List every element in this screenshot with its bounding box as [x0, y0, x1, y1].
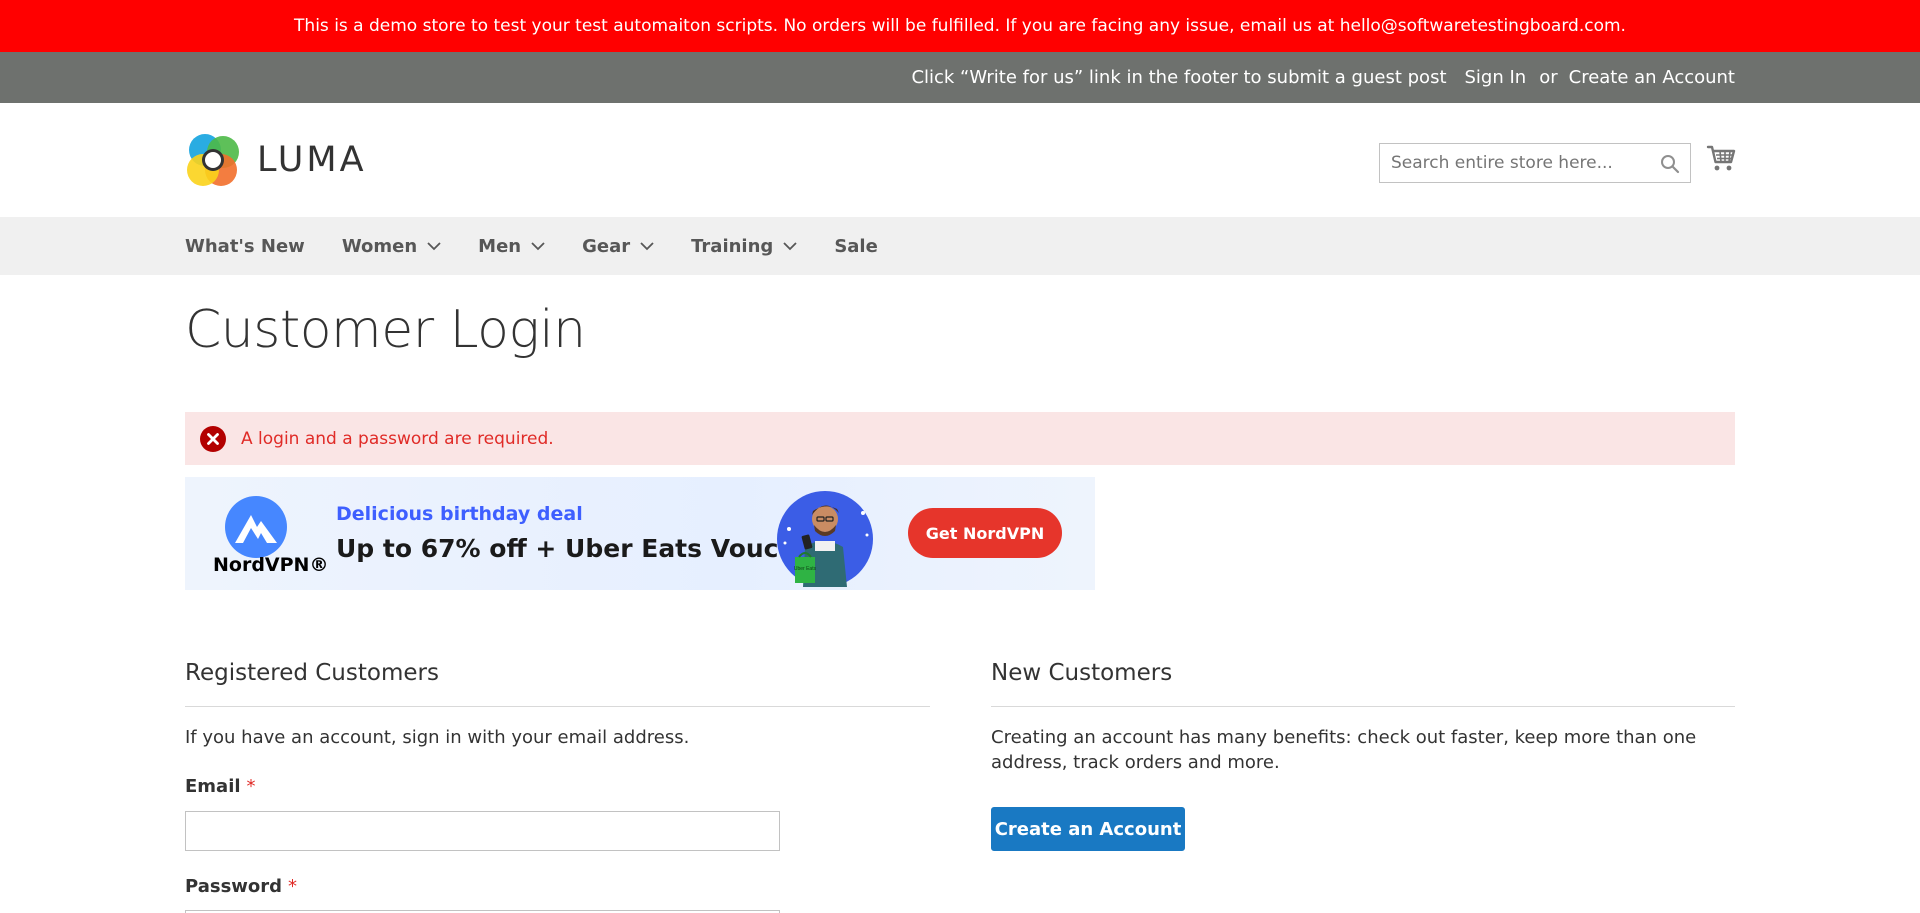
error-icon	[200, 425, 226, 452]
welcome-message: Click “Write for us” link in the footer …	[911, 67, 1447, 88]
email-label-text: Email	[185, 776, 241, 797]
nav-item-gear[interactable]: Gear	[582, 236, 654, 257]
get-nordvpn-button[interactable]: Get NordVPN	[908, 508, 1062, 558]
registered-intro: If you have an account, sign in with you…	[185, 727, 690, 748]
luma-logo[interactable]: LUMA	[185, 131, 367, 189]
error-message: A login and a password are required.	[185, 412, 1735, 465]
email-required-mark: *	[246, 776, 256, 797]
nav-menu: What's New Women Men Gear Training Sale	[185, 217, 915, 275]
email-label: Email *	[185, 776, 256, 797]
nav-item-label: Women	[341, 235, 418, 257]
create-account-button[interactable]: Create an Account	[991, 807, 1185, 851]
new-customers-divider	[991, 706, 1735, 707]
chevron-down-icon	[640, 242, 654, 251]
chevron-down-icon	[531, 242, 545, 251]
demo-notice-text: This is a demo store to test your test a…	[294, 16, 1626, 36]
sign-in-link[interactable]: Sign In	[1465, 67, 1527, 88]
luma-logo-icon	[187, 134, 239, 186]
nav-item-training[interactable]: Training	[691, 236, 797, 257]
create-account-link[interactable]: Create an Account	[1569, 67, 1735, 88]
ad-bag-label: Uber Eats	[794, 566, 817, 572]
password-required-mark: *	[288, 876, 298, 897]
nav-item-label: Men	[478, 235, 522, 257]
nav-item-women[interactable]: Women	[342, 236, 441, 257]
main-navigation: What's New Women Men Gear Training Sale	[0, 217, 1920, 275]
page-title: Customer Login	[185, 300, 586, 360]
nav-item-what-s-new[interactable]: What's New	[185, 236, 305, 257]
demo-store-notice: This is a demo store to test your test a…	[0, 0, 1920, 52]
nav-item-men[interactable]: Men	[478, 236, 545, 257]
shopping-cart-icon[interactable]	[1706, 143, 1736, 173]
password-label: Password *	[185, 876, 297, 897]
nav-item-sale[interactable]: Sale	[834, 236, 878, 257]
new-customers-title: New Customers	[991, 660, 1173, 686]
ad-person-illustration: Uber Eats	[777, 491, 873, 587]
email-field[interactable]	[185, 811, 780, 851]
ad-offer-text: Up to 67% off + Uber Eats Voucher	[336, 534, 826, 563]
registered-divider	[185, 706, 930, 707]
ad-deal-text: Delicious birthday deal	[336, 503, 583, 525]
or-separator: or	[1539, 67, 1558, 88]
chevron-down-icon	[427, 242, 441, 251]
chevron-down-icon	[783, 242, 797, 251]
logo-text: LUMA	[257, 140, 367, 180]
nordvpn-ad-banner[interactable]: NordVPN® Delicious birthday deal Up to 6…	[185, 477, 1095, 590]
nav-item-label: Training	[691, 235, 774, 257]
password-label-text: Password	[185, 876, 283, 897]
new-customers-intro: Creating an account has many benefits: c…	[991, 727, 1697, 773]
search-input[interactable]	[1380, 144, 1690, 182]
search-icon[interactable]	[1660, 154, 1680, 174]
header-links: Click “Write for us” link in the footer …	[911, 52, 1735, 103]
panel-header: Click “Write for us” link in the footer …	[0, 52, 1920, 103]
error-message-text: A login and a password are required.	[241, 428, 554, 449]
nav-item-label: Gear	[582, 235, 631, 257]
ad-brand-name: NordVPN®	[213, 554, 329, 576]
nav-item-label: What's New	[185, 235, 305, 257]
search-box	[1379, 143, 1691, 183]
registered-customers-title: Registered Customers	[185, 660, 439, 686]
nav-item-label: Sale	[834, 235, 878, 257]
site-header: LUMA	[0, 103, 1920, 217]
